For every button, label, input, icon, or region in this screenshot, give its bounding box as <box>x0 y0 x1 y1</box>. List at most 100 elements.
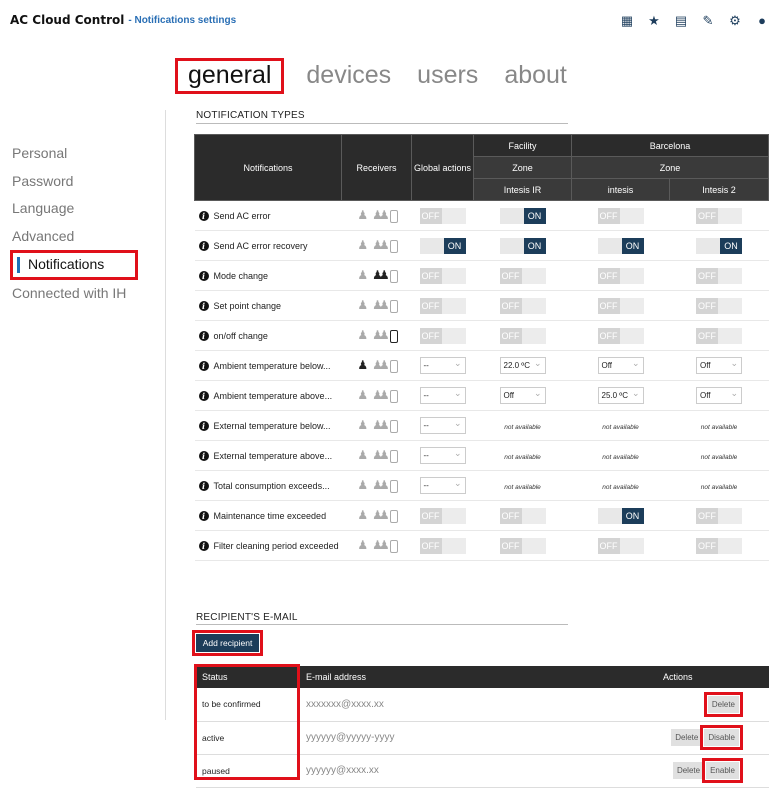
toggle-switch[interactable]: ON <box>419 237 466 254</box>
user-icon[interactable]: ♟ <box>357 208 368 222</box>
user-icon[interactable]: ♟ <box>357 448 368 462</box>
user-icon[interactable]: ♟ <box>357 478 368 492</box>
group-icon[interactable]: ♟♟ <box>372 268 389 282</box>
star-icon[interactable]: ★ <box>647 13 661 29</box>
toggle-switch[interactable]: OFF <box>597 327 644 344</box>
info-icon[interactable]: i <box>198 240 209 251</box>
delete-button[interactable]: Delete <box>671 729 703 746</box>
value-select[interactable]: -- <box>419 476 466 494</box>
group-icon[interactable]: ♟♟ <box>372 538 389 552</box>
tab-about[interactable]: about <box>500 59 571 92</box>
group-icon[interactable]: ♟♟ <box>372 448 389 462</box>
value-select[interactable]: -- <box>419 446 466 464</box>
mobile-icon[interactable] <box>389 270 398 284</box>
user-icon[interactable]: ♟ <box>357 328 368 342</box>
toggle-switch[interactable]: OFF <box>696 297 742 314</box>
toggle-switch[interactable]: OFF <box>696 537 742 554</box>
sidebar-item-language[interactable]: Language <box>10 195 160 223</box>
sidebar-item-notifications[interactable]: Notifications <box>10 250 138 280</box>
info-icon[interactable]: i <box>198 420 209 431</box>
group-icon[interactable]: ♟♟ <box>372 388 389 402</box>
info-icon[interactable]: i <box>198 360 209 371</box>
calendar-icon[interactable]: ▤ <box>674 13 688 29</box>
sidebar-item-password[interactable]: Password <box>10 168 160 196</box>
user-icon[interactable]: ♟ <box>357 268 368 282</box>
toggle-switch[interactable]: OFF <box>597 537 644 554</box>
toggle-switch[interactable]: OFF <box>419 507 466 524</box>
toggle-switch[interactable]: OFF <box>597 297 644 314</box>
toggle-switch[interactable]: OFF <box>499 537 546 554</box>
info-icon[interactable]: i <box>198 540 209 551</box>
toggle-switch[interactable]: OFF <box>597 267 644 284</box>
value-select[interactable]: 22.0 ºC <box>499 356 546 374</box>
group-icon[interactable]: ♟♟ <box>372 478 389 492</box>
toggle-switch[interactable]: ON <box>696 237 742 254</box>
toggle-switch[interactable]: OFF <box>499 297 546 314</box>
group-icon[interactable]: ♟♟ <box>372 208 389 222</box>
info-icon[interactable]: i <box>198 510 209 521</box>
info-icon[interactable]: i <box>198 480 209 491</box>
toggle-switch[interactable]: OFF <box>419 207 466 224</box>
mobile-icon[interactable] <box>389 360 398 374</box>
info-icon[interactable]: i <box>198 270 209 281</box>
mobile-icon[interactable] <box>389 240 398 254</box>
disable-button[interactable]: Disable <box>700 725 743 750</box>
wrench-icon[interactable]: ✎ <box>701 13 715 29</box>
group-icon[interactable]: ♟♟ <box>372 328 389 342</box>
group-icon[interactable]: ♟♟ <box>372 508 389 522</box>
toggle-switch[interactable]: OFF <box>499 267 546 284</box>
toggle-switch[interactable]: ON <box>499 207 546 224</box>
toggle-switch[interactable]: ON <box>597 507 644 524</box>
mobile-icon[interactable] <box>389 300 398 314</box>
group-icon[interactable]: ♟♟ <box>372 418 389 432</box>
mobile-icon[interactable] <box>389 450 398 464</box>
user-icon[interactable]: ♟ <box>357 388 368 402</box>
sidebar-item-connected-with-ih[interactable]: Connected with IH <box>10 280 160 308</box>
mobile-icon[interactable] <box>389 510 398 524</box>
info-icon[interactable]: i <box>198 450 209 461</box>
delete-button[interactable]: Delete <box>703 691 744 717</box>
value-select[interactable]: Off <box>696 356 742 374</box>
user-icon[interactable]: ♟ <box>357 358 368 372</box>
value-select[interactable]: Off <box>696 386 742 404</box>
value-select[interactable]: -- <box>419 416 466 434</box>
user-icon[interactable]: ♟ <box>357 298 368 312</box>
toggle-switch[interactable]: OFF <box>419 537 466 554</box>
user-icon[interactable]: ● <box>755 13 769 29</box>
sidebar-item-advanced[interactable]: Advanced <box>10 223 160 251</box>
info-icon[interactable]: i <box>198 210 209 221</box>
gear-icon[interactable]: ⚙ <box>728 13 742 29</box>
mobile-icon[interactable] <box>389 330 398 344</box>
toggle-switch[interactable]: OFF <box>696 267 742 284</box>
group-icon[interactable]: ♟♟ <box>372 298 389 312</box>
enable-button[interactable]: Enable <box>702 758 743 783</box>
value-select[interactable]: 25.0 ºC <box>597 386 644 404</box>
mobile-icon[interactable] <box>389 210 398 224</box>
info-icon[interactable]: i <box>198 300 209 311</box>
tab-devices[interactable]: devices <box>302 59 395 92</box>
toggle-switch[interactable]: ON <box>499 237 546 254</box>
value-select[interactable]: Off <box>499 386 546 404</box>
mobile-icon[interactable] <box>389 390 398 404</box>
toggle-switch[interactable]: OFF <box>419 327 466 344</box>
user-icon[interactable]: ♟ <box>357 538 368 552</box>
user-icon[interactable]: ♟ <box>357 508 368 522</box>
value-select[interactable]: -- <box>419 356 466 374</box>
value-select[interactable]: -- <box>419 386 466 404</box>
user-icon[interactable]: ♟ <box>357 238 368 252</box>
group-icon[interactable]: ♟♟ <box>372 238 389 252</box>
value-select[interactable]: Off <box>597 356 644 374</box>
tab-users[interactable]: users <box>413 59 482 92</box>
toggle-switch[interactable]: OFF <box>597 207 644 224</box>
toggle-switch[interactable]: OFF <box>696 507 742 524</box>
tab-general[interactable]: general <box>175 58 285 94</box>
toggle-switch[interactable]: OFF <box>419 297 466 314</box>
user-icon[interactable]: ♟ <box>357 418 368 432</box>
toggle-switch[interactable]: OFF <box>419 267 466 284</box>
toggle-switch[interactable]: ON <box>597 237 644 254</box>
add-recipient-button[interactable]: Add recipient <box>192 630 263 656</box>
toggle-switch[interactable]: OFF <box>499 327 546 344</box>
toggle-switch[interactable]: OFF <box>499 507 546 524</box>
mobile-icon[interactable] <box>389 420 398 434</box>
delete-button[interactable]: Delete <box>672 762 705 779</box>
